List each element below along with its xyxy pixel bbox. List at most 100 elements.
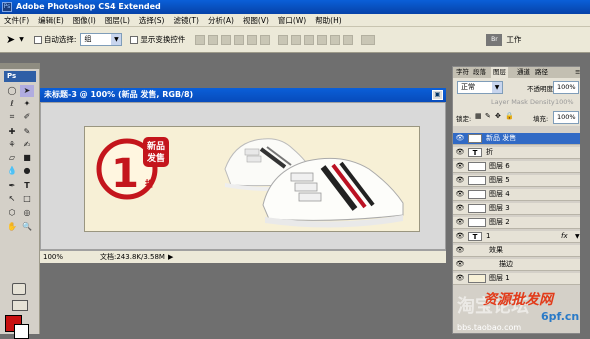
align-right-icon[interactable]	[260, 34, 271, 45]
visibility-eye-icon[interactable]: 👁	[455, 260, 465, 269]
lock-transparency-icon[interactable]: ▦	[475, 112, 482, 120]
distribute-vcenter-icon[interactable]	[291, 34, 302, 45]
3d-orbit-tool-icon[interactable]: ◎	[20, 207, 34, 219]
tab-paths[interactable]: 路径	[535, 67, 548, 78]
align-bottom-icon[interactable]	[221, 34, 232, 45]
eraser-tool-icon[interactable]: ▱	[5, 152, 19, 164]
blend-mode-dropdown[interactable]: 正常 ▼	[457, 81, 503, 94]
visibility-eye-icon[interactable]: 👁	[455, 204, 465, 213]
status-menu-arrow-icon[interactable]: ▶	[168, 251, 173, 264]
tab-channels[interactable]: 通道	[517, 67, 530, 78]
distribute-bottom-icon[interactable]	[304, 34, 315, 45]
menu-layer[interactable]: 图层(L)	[105, 15, 130, 26]
layer-row[interactable]: 👁 T 1 fx ▼	[453, 231, 585, 243]
shape-tool-icon[interactable]: □	[20, 193, 34, 205]
layer-row[interactable]: 👁 T 折	[453, 147, 585, 159]
toolbox-header[interactable]	[0, 63, 40, 69]
type-tool-icon[interactable]: T	[20, 180, 34, 192]
visibility-eye-icon[interactable]: 👁	[455, 274, 465, 283]
bridge-icon[interactable]: Br	[486, 33, 503, 46]
zoom-tool-icon[interactable]: 🔍	[20, 221, 34, 233]
auto-select-checkbox[interactable]	[33, 35, 42, 44]
menu-file[interactable]: 文件(F)	[4, 15, 29, 26]
crop-tool-icon[interactable]: ⌗	[5, 111, 19, 123]
lock-image-icon[interactable]: ✎	[485, 112, 491, 120]
move-tool-icon[interactable]: ➤	[6, 33, 15, 46]
zoom-level[interactable]: 100%	[43, 251, 63, 264]
auto-select-dropdown[interactable]: 组 ▼	[80, 33, 123, 46]
menu-analysis[interactable]: 分析(A)	[208, 15, 234, 26]
pen-tool-icon[interactable]: ✒	[5, 180, 19, 192]
workspace-label[interactable]: 工作	[506, 34, 521, 45]
visibility-eye-icon[interactable]: 👁	[455, 246, 465, 255]
blur-tool-icon[interactable]: 💧	[5, 165, 19, 177]
layer-row[interactable]: 👁 图层 3	[453, 203, 585, 215]
tab-character[interactable]: 字符	[456, 67, 469, 78]
visibility-eye-icon[interactable]: 👁	[455, 218, 465, 227]
fx-icon[interactable]: fx	[561, 231, 568, 242]
visibility-eye-icon[interactable]: 👁	[455, 148, 465, 157]
background-color-swatch[interactable]	[14, 324, 29, 339]
visibility-eye-icon[interactable]: 👁	[455, 190, 465, 199]
auto-align-icon[interactable]	[361, 34, 376, 45]
visibility-eye-icon[interactable]: 👁	[455, 162, 465, 171]
history-brush-tool-icon[interactable]: ✍	[20, 139, 34, 151]
stroke-effect-row[interactable]: 👁 描边	[453, 259, 585, 271]
menu-help[interactable]: 帮助(H)	[315, 15, 342, 26]
effects-row[interactable]: 👁 效果	[453, 245, 585, 257]
layer-row[interactable]: 👁 图层 5	[453, 175, 585, 187]
doc-size-info[interactable]: 文档:243.8K/3.58M	[100, 251, 165, 264]
fill-field[interactable]: 100%	[553, 111, 579, 124]
tab-paragraph[interactable]: 段落	[473, 67, 486, 78]
healing-brush-tool-icon[interactable]: ✚	[5, 126, 19, 138]
eyedropper-tool-icon[interactable]: ✐	[20, 111, 34, 123]
3d-rotate-tool-icon[interactable]: ⬡	[5, 207, 19, 219]
dodge-tool-icon[interactable]: ●	[20, 165, 34, 177]
path-selection-tool-icon[interactable]: ↖	[5, 193, 19, 205]
menu-filter[interactable]: 滤镜(T)	[174, 15, 199, 26]
marquee-tool-icon[interactable]: ◯	[5, 85, 19, 97]
layer-row[interactable]: 👁 图层 6	[453, 161, 585, 173]
quick-mask-icon[interactable]	[12, 283, 26, 295]
lasso-tool-icon[interactable]: ℓ	[5, 98, 19, 110]
mask-density-label: Layer Mask Density	[491, 98, 555, 106]
visibility-eye-icon[interactable]: 👁	[455, 232, 465, 241]
opacity-field[interactable]: 100%	[553, 81, 579, 94]
align-vcenter-icon[interactable]	[208, 34, 219, 45]
expand-arrow-icon[interactable]: ▼	[575, 231, 580, 242]
layer-row[interactable]: 👁 T 新品 发售	[453, 133, 585, 145]
visibility-eye-icon[interactable]: 👁	[455, 134, 465, 143]
gradient-tool-icon[interactable]: ■	[20, 152, 34, 164]
layer-row[interactable]: 👁 图层 1	[453, 273, 585, 285]
hand-tool-icon[interactable]: ✋	[5, 221, 19, 233]
move-tool-icon[interactable]: ➤	[20, 85, 34, 97]
menu-window[interactable]: 窗口(W)	[278, 15, 306, 26]
align-left-icon[interactable]	[234, 34, 245, 45]
menu-edit[interactable]: 编辑(E)	[38, 15, 64, 26]
screen-mode-icon[interactable]	[12, 300, 28, 311]
document-title-bar[interactable]: 未标题-3 @ 100% (新品 发售, RGB/8) ▣	[40, 88, 446, 102]
menu-image[interactable]: 图像(I)	[73, 15, 96, 26]
maximize-icon[interactable]: ▣	[432, 90, 443, 100]
distribute-right-icon[interactable]	[343, 34, 354, 45]
align-top-icon[interactable]	[195, 34, 206, 45]
brush-tool-icon[interactable]: ✎	[20, 126, 34, 138]
clone-stamp-tool-icon[interactable]: ⚘	[5, 139, 19, 151]
lock-all-icon[interactable]: 🔒	[505, 112, 514, 120]
tool-preset-dropdown-icon[interactable]: ▼	[19, 36, 24, 43]
canvas-area[interactable]: 新品 发售 1 折	[40, 102, 446, 250]
distribute-left-icon[interactable]	[317, 34, 328, 45]
distribute-top-icon[interactable]	[278, 34, 289, 45]
menu-select[interactable]: 选择(S)	[139, 15, 165, 26]
lock-position-icon[interactable]: ✥	[495, 112, 501, 120]
distribute-hcenter-icon[interactable]	[330, 34, 341, 45]
layer-row[interactable]: 👁 图层 4	[453, 189, 585, 201]
tab-layers[interactable]: 图层	[491, 67, 508, 78]
watermark-url: bbs.taobao.com	[457, 323, 521, 332]
magic-wand-tool-icon[interactable]: ✦	[20, 98, 34, 110]
layer-row[interactable]: 👁 图层 2	[453, 217, 585, 229]
visibility-eye-icon[interactable]: 👁	[455, 176, 465, 185]
menu-view[interactable]: 视图(V)	[243, 15, 269, 26]
show-transform-checkbox[interactable]	[130, 35, 139, 44]
align-hcenter-icon[interactable]	[247, 34, 258, 45]
